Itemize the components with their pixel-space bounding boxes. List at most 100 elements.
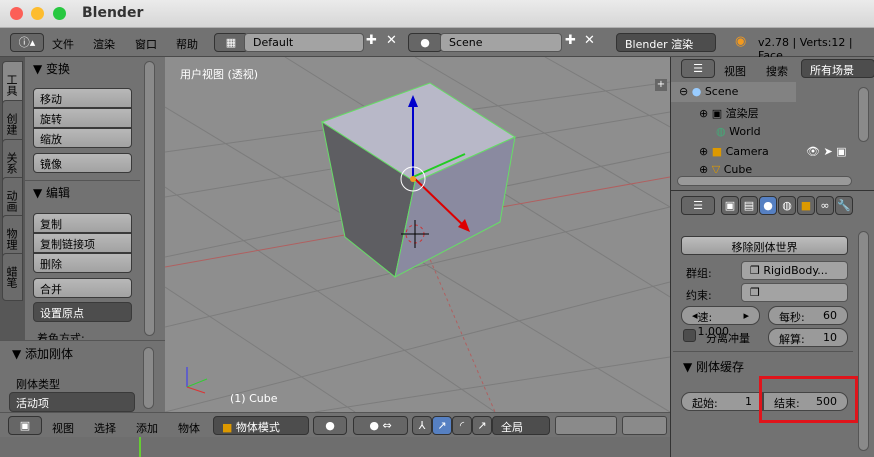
- outliner-menu-view[interactable]: 视图: [724, 63, 746, 79]
- menu-render[interactable]: 渲染: [93, 36, 115, 52]
- visibility-eye-icon[interactable]: 👁 ➤ ▣: [806, 145, 847, 158]
- blender-logo-icon: ◉: [735, 34, 747, 49]
- maximize-window-button[interactable]: [53, 7, 66, 20]
- layer-buttons-2[interactable]: [622, 416, 667, 435]
- active-object-label: (1) Cube: [230, 392, 278, 405]
- speed-field[interactable]: ◂ 速: 1.000 ▸: [681, 306, 760, 338]
- outliner-item-world[interactable]: ◍ World: [716, 125, 761, 138]
- constraints-tab-icon[interactable]: ∞: [816, 196, 834, 215]
- cache-title: 刚体缓存: [696, 360, 745, 374]
- outliner-item-scene[interactable]: ⊖ ● Scene: [679, 85, 738, 98]
- add-layout-button[interactable]: ✚: [366, 33, 377, 48]
- split-impulse-label: 分离冲量: [706, 332, 750, 345]
- pivot-select[interactable]: ● ⇔: [353, 416, 408, 435]
- orientation-select[interactable]: 全局: [492, 416, 550, 435]
- constraint-field[interactable]: ❒: [741, 283, 848, 302]
- delete-scene-button[interactable]: ✕: [584, 33, 595, 48]
- cache-start-field[interactable]: 起始: 1: [681, 392, 763, 411]
- rotate-manipulator-icon[interactable]: ◜: [452, 416, 472, 435]
- rigidbody-panel-header[interactable]: ▼ 添加刚体: [12, 345, 73, 362]
- scene-field[interactable]: Scene: [440, 33, 562, 52]
- render-tab-icon[interactable]: ▣: [721, 196, 739, 215]
- properties-toggle-button[interactable]: +: [655, 79, 667, 91]
- rigidbody-panel-scrollbar[interactable]: [143, 347, 154, 409]
- rigidbody-type-select[interactable]: 活动项: [9, 392, 135, 412]
- world-label: World: [729, 125, 761, 138]
- shading-select[interactable]: ●: [313, 416, 347, 435]
- manipulator-toggle-icon[interactable]: ⅄: [412, 416, 432, 435]
- edit-title: 编辑: [46, 186, 71, 200]
- transform-panel-header[interactable]: ▼ 变换: [33, 60, 70, 77]
- menu-window[interactable]: 窗口: [135, 36, 157, 52]
- close-window-button[interactable]: [10, 7, 23, 20]
- duplicate-button[interactable]: 复制: [33, 213, 132, 233]
- layout-field[interactable]: Default: [244, 33, 364, 52]
- viewport-menu-view[interactable]: 视图: [52, 420, 74, 436]
- mode-select[interactable]: ■ 物体模式: [213, 416, 309, 435]
- mirror-button[interactable]: 镜像: [33, 153, 132, 173]
- duplicate-linked-button[interactable]: 复制链接项: [33, 233, 132, 253]
- delete-layout-button[interactable]: ✕: [386, 33, 397, 48]
- fps-field[interactable]: 每秒: 60: [768, 306, 848, 325]
- rigidbody-cache-header[interactable]: ▼ 刚体缓存: [683, 358, 744, 375]
- rotate-button[interactable]: 旋转: [33, 108, 132, 128]
- renderlayers-label: 渲染层: [725, 107, 759, 120]
- viewport-label: 用户视图 (透视): [180, 68, 259, 81]
- split-impulse-checkbox[interactable]: [683, 329, 696, 342]
- translate-manipulator-icon[interactable]: ↗: [432, 416, 452, 435]
- add-scene-button[interactable]: ✚: [565, 33, 576, 48]
- timeline[interactable]: [0, 437, 670, 457]
- group-field[interactable]: ❒ RigidBody...: [741, 261, 848, 280]
- viewport-header: ▣ 视图 选择 添加 物体 ■ 物体模式 ● ● ⇔ ⅄ ↗ ◜ ↗ 全局: [0, 412, 670, 437]
- outliner-hscrollbar[interactable]: [677, 176, 852, 186]
- highlight-box: [759, 376, 858, 423]
- join-button[interactable]: 合并: [33, 278, 132, 298]
- transform-title: 变换: [46, 62, 71, 76]
- tool-shelf-scrollbar[interactable]: [144, 61, 155, 336]
- viewport-menu-object[interactable]: 物体: [178, 420, 200, 436]
- properties-editor: ☰ ▣ ▤ ● ◍ ■ ∞ 🔧 移除刚体世界 群组: ❒ RigidBody..…: [670, 190, 874, 457]
- renderlayer-tab-icon[interactable]: ▤: [740, 196, 758, 215]
- layout-icon[interactable]: ▦: [214, 33, 248, 52]
- current-frame-marker[interactable]: [139, 437, 141, 457]
- set-origin-select[interactable]: 设置原点: [33, 302, 132, 322]
- viewport-editor-type-button[interactable]: ▣: [8, 416, 42, 435]
- tool-shelf: ▼ 变换 移动 旋转 缩放 镜像 ▼ 编辑 复制 复制链接项 删除 合并 设置原…: [25, 57, 165, 340]
- modifiers-tab-icon[interactable]: 🔧: [835, 196, 853, 215]
- outliner-filter-select[interactable]: 所有场景: [801, 59, 874, 78]
- render-engine-select[interactable]: Blender 渲染: [616, 33, 716, 52]
- info-header: ⓘ▴ 文件 渲染 窗口 帮助 ▦ Default ✚ ✕ ● Scene ✚ ✕…: [0, 28, 874, 62]
- scale-manipulator-icon[interactable]: ↗: [472, 416, 492, 435]
- scale-button[interactable]: 缩放: [33, 128, 132, 148]
- menu-file[interactable]: 文件: [52, 36, 74, 52]
- menu-help[interactable]: 帮助: [176, 36, 198, 52]
- tab-grease-pencil[interactable]: 蜡笔: [2, 253, 23, 301]
- viewport-menu-select[interactable]: 选择: [94, 420, 116, 436]
- scene-tab-icon[interactable]: ●: [759, 196, 777, 215]
- object-tab-icon[interactable]: ■: [797, 196, 815, 215]
- outliner: ☰ 视图 搜索 所有场景 ⊖ ● Scene ⊕ ▣ 渲染层 ◍ World ⊕…: [670, 57, 874, 190]
- outliner-menu-search[interactable]: 搜索: [766, 63, 788, 79]
- info-editor-type-button[interactable]: ⓘ▴: [10, 33, 44, 52]
- properties-scrollbar[interactable]: [858, 231, 869, 451]
- outliner-item-renderlayers[interactable]: ⊕ ▣ 渲染层: [699, 105, 759, 121]
- context-tabs: ▣ ▤ ● ◍ ■ ∞ 🔧: [721, 196, 853, 215]
- solver-iterations-field[interactable]: 解算: 10: [768, 328, 848, 347]
- properties-editor-type-button[interactable]: ☰: [681, 196, 715, 215]
- delete-button[interactable]: 删除: [33, 253, 132, 273]
- divider: [25, 180, 140, 181]
- edit-panel-header[interactable]: ▼ 编辑: [33, 184, 70, 201]
- outliner-editor-type-button[interactable]: ☰: [681, 59, 715, 78]
- camera-label: Camera: [725, 145, 769, 158]
- outliner-item-cube[interactable]: ⊕ ▽ Cube: [699, 163, 752, 173]
- layer-buttons[interactable]: [555, 416, 617, 435]
- minimize-window-button[interactable]: [31, 7, 44, 20]
- world-tab-icon[interactable]: ◍: [778, 196, 796, 215]
- remove-rigidbody-world-button[interactable]: 移除刚体世界: [681, 236, 848, 255]
- scene-icon[interactable]: ●: [408, 33, 442, 52]
- outliner-vscrollbar[interactable]: [858, 87, 869, 142]
- move-button[interactable]: 移动: [33, 88, 132, 108]
- viewport-menu-add[interactable]: 添加: [136, 420, 158, 436]
- 3d-viewport[interactable]: 用户视图 (透视) (1) Cube +: [165, 57, 670, 412]
- outliner-item-camera[interactable]: ⊕ ■ Camera: [699, 145, 769, 158]
